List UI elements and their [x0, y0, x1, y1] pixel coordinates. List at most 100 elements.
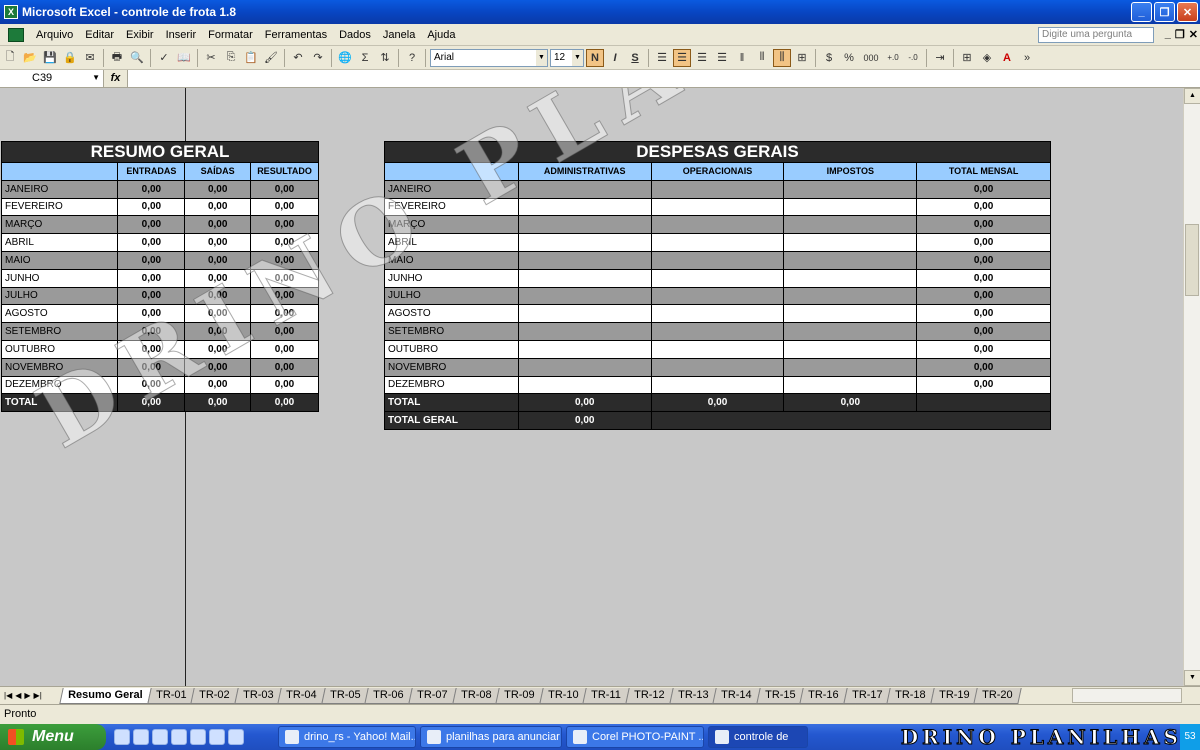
tab-tr-09[interactable]: TR-09 — [495, 687, 544, 704]
value-cell[interactable] — [650, 339, 785, 359]
value-cell[interactable] — [783, 304, 918, 324]
help-question-input[interactable]: Digite uma pergunta — [1038, 27, 1154, 43]
value-cell[interactable] — [783, 197, 918, 217]
value-cell[interactable] — [517, 268, 652, 288]
tab-tr-02[interactable]: TR-02 — [190, 687, 239, 704]
value-cell[interactable] — [783, 322, 918, 341]
value-cell[interactable] — [517, 375, 652, 395]
bold-button[interactable]: N — [586, 48, 604, 67]
undo-icon[interactable]: ↶ — [289, 49, 307, 67]
tab-tr-17[interactable]: TR-17 — [843, 687, 892, 704]
value-cell[interactable]: 0,00 — [184, 250, 252, 270]
value-cell[interactable] — [783, 339, 918, 359]
tab-tr-18[interactable]: TR-18 — [886, 687, 935, 704]
value-cell[interactable]: 0,00 — [117, 339, 186, 359]
row-label-cell[interactable]: TOTAL — [384, 393, 519, 413]
row-label-cell[interactable]: TOTAL GERAL — [384, 411, 519, 430]
value-cell[interactable] — [650, 215, 785, 235]
open-icon[interactable]: 📂 — [21, 49, 39, 67]
value-cell[interactable] — [517, 286, 652, 306]
align-center-icon[interactable]: ☰ — [673, 48, 691, 67]
font-name-select[interactable]: Arial ▼ — [430, 48, 548, 67]
task-excel[interactable]: controle de — [708, 726, 808, 748]
value-cell[interactable]: 0,00 — [916, 322, 1051, 341]
value-cell[interactable]: 0,00 — [250, 233, 319, 252]
menu-dados[interactable]: Dados — [333, 29, 377, 41]
row-label-cell[interactable]: DEZEMBRO — [0, 375, 119, 395]
column-header[interactable]: IMPOSTOS — [783, 162, 918, 181]
scroll-thumb[interactable] — [1185, 224, 1199, 296]
task-yahoo-mail[interactable]: drino_rs - Yahoo! Mail... — [278, 726, 416, 748]
desktop-icon[interactable] — [114, 729, 130, 745]
scroll-up-icon[interactable]: ▲ — [1184, 88, 1200, 104]
align-right-icon[interactable]: ☰ — [693, 49, 711, 67]
value-cell[interactable]: 0,00 — [117, 197, 186, 217]
value-cell[interactable]: 0,00 — [184, 286, 252, 306]
cut-icon[interactable]: ✂ — [202, 49, 220, 67]
task-corel[interactable]: Corel PHOTO-PAINT ... — [566, 726, 704, 748]
new-icon[interactable]: 🗋 — [1, 49, 19, 67]
scroll-down-icon[interactable]: ▼ — [1184, 670, 1200, 686]
font-size-select[interactable]: 12 ▼ — [550, 48, 584, 67]
research-icon[interactable]: 📖 — [175, 49, 193, 67]
first-sheet-icon[interactable]: |◀ — [4, 691, 12, 700]
value-cell[interactable] — [650, 322, 785, 341]
value-cell[interactable] — [783, 268, 918, 288]
value-cell[interactable] — [517, 233, 652, 252]
value-cell[interactable]: 0,00 — [117, 233, 186, 252]
value-cell[interactable]: 0,00 — [117, 215, 186, 235]
value-cell[interactable] — [517, 250, 652, 270]
align-left-icon[interactable]: ☰ — [653, 49, 671, 67]
row-label-cell[interactable]: ABRIL — [0, 233, 119, 252]
thousands-button[interactable]: 000 — [860, 49, 882, 67]
row-label-cell[interactable]: TOTAL — [0, 393, 119, 413]
currency-icon[interactable]: $ — [820, 49, 838, 67]
underline-button[interactable]: S — [626, 49, 644, 67]
tab-tr-16[interactable]: TR-16 — [799, 687, 848, 704]
justify-icon[interactable]: ☰ — [713, 49, 731, 67]
value-cell[interactable]: 0,00 — [916, 268, 1051, 288]
menu-exibir[interactable]: Exibir — [120, 29, 160, 41]
value-cell[interactable]: 0,00 — [250, 357, 319, 377]
chevron-down-icon[interactable]: ▼ — [92, 70, 100, 86]
value-cell[interactable]: 0,00 — [916, 304, 1051, 324]
increase-decimal-icon[interactable]: +.0 — [884, 49, 902, 67]
value-cell[interactable] — [517, 304, 652, 324]
row-label-cell[interactable]: MAIO — [0, 250, 119, 270]
save-icon[interactable]: 💾 — [41, 49, 59, 67]
row-label-cell[interactable]: AGOSTO — [384, 304, 519, 324]
value-cell[interactable]: 0,00 — [117, 304, 186, 324]
vertical-scrollbar[interactable]: ▲ ▼ — [1183, 88, 1200, 686]
formula-input[interactable] — [128, 70, 1200, 87]
tab-tr-06[interactable]: TR-06 — [364, 687, 413, 704]
folder-icon[interactable] — [190, 729, 206, 745]
value-cell[interactable]: 0,00 — [117, 179, 186, 199]
value-cell[interactable] — [650, 268, 785, 288]
row-label-cell[interactable]: MARÇO — [384, 215, 519, 235]
row-label-cell[interactable]: AGOSTO — [0, 304, 119, 324]
value-cell[interactable]: 0,00 — [184, 393, 252, 413]
row-label-cell[interactable]: JANEIRO — [384, 179, 519, 199]
value-cell[interactable]: 0,00 — [184, 179, 252, 199]
column-text-icon[interactable]: ⫼ — [773, 48, 791, 67]
tab-tr-20[interactable]: TR-20 — [973, 687, 1022, 704]
value-cell[interactable] — [650, 375, 785, 395]
tab-tr-05[interactable]: TR-05 — [321, 687, 370, 704]
value-cell[interactable]: 0,00 — [517, 411, 652, 430]
row-label-cell[interactable]: JUNHO — [0, 268, 119, 288]
value-cell[interactable] — [650, 357, 785, 377]
value-cell[interactable]: 0,00 — [250, 250, 319, 270]
tab-tr-13[interactable]: TR-13 — [668, 687, 717, 704]
value-cell[interactable]: 0,00 — [250, 339, 319, 359]
row-label-cell[interactable]: FEVEREIRO — [384, 197, 519, 217]
print-preview-icon[interactable]: 🔍 — [128, 49, 146, 67]
value-cell[interactable]: 0,00 — [916, 197, 1051, 217]
value-cell[interactable] — [783, 250, 918, 270]
value-cell[interactable] — [783, 286, 918, 306]
word-icon[interactable] — [171, 729, 187, 745]
value-cell[interactable]: 0,00 — [916, 233, 1051, 252]
merge-center-icon[interactable]: ⊞ — [793, 49, 811, 67]
column-header[interactable]: TOTAL MENSAL — [916, 162, 1051, 181]
ie-icon[interactable] — [209, 729, 225, 745]
value-cell[interactable] — [517, 357, 652, 377]
